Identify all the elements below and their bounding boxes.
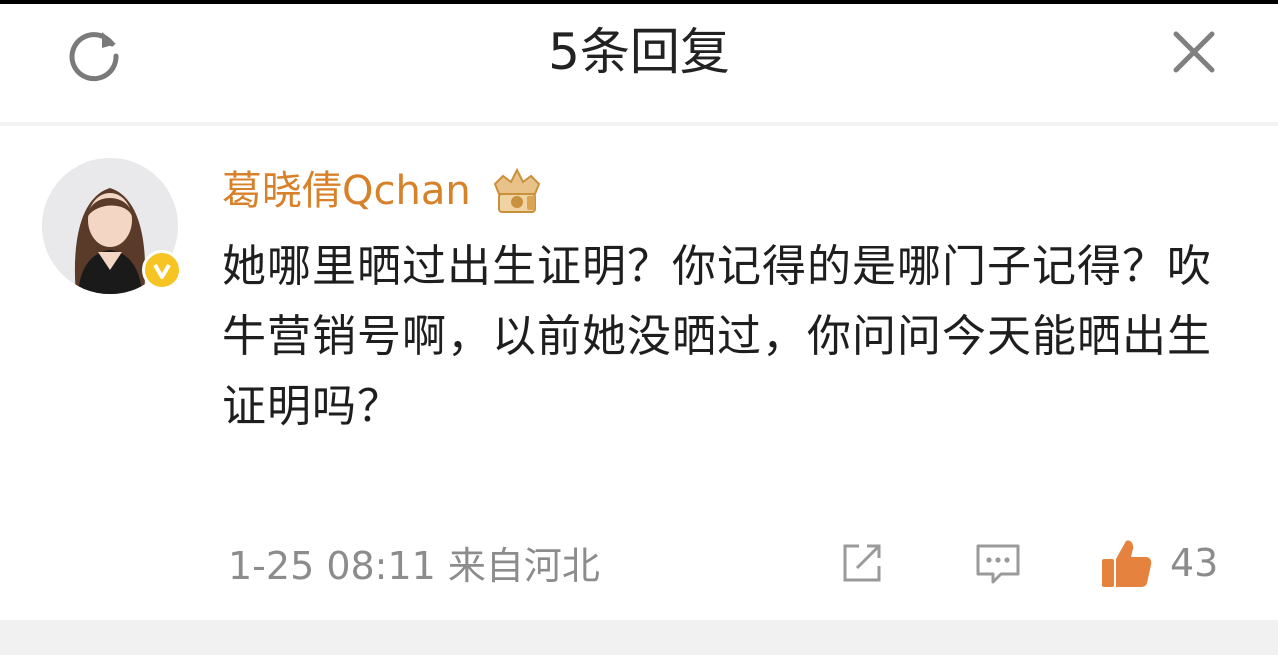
comment-icon bbox=[976, 544, 1020, 584]
page-title: 5条回复 bbox=[548, 23, 730, 81]
like-count: 43 bbox=[1170, 541, 1219, 585]
header-divider bbox=[0, 122, 1278, 126]
user-row: 葛晓倩Qchan bbox=[222, 160, 549, 222]
reply-button[interactable] bbox=[970, 533, 1026, 593]
header-bar: 5条回复 bbox=[0, 4, 1278, 122]
comment-meta: 1-25 08:11 来自河北 bbox=[228, 544, 600, 588]
thumbs-up-icon bbox=[1102, 540, 1152, 587]
like-button[interactable]: 43 bbox=[1098, 533, 1238, 593]
footer-bar bbox=[0, 620, 1278, 655]
vip-verified-badge-icon bbox=[142, 250, 182, 290]
crown-badge-icon bbox=[485, 164, 549, 218]
username-link[interactable]: 葛晓倩Qchan bbox=[222, 160, 471, 222]
refresh-icon bbox=[69, 32, 119, 82]
refresh-button[interactable] bbox=[60, 22, 128, 86]
share-button[interactable] bbox=[834, 533, 890, 593]
close-button[interactable] bbox=[1160, 22, 1228, 82]
share-icon bbox=[843, 544, 881, 582]
close-icon bbox=[1173, 31, 1215, 73]
comment-text: 她哪里晒过出生证明？你记得的是哪门子记得？吹牛营销号啊，以前她没晒过，你问问今天… bbox=[222, 241, 1212, 432]
avatar[interactable] bbox=[42, 158, 182, 298]
